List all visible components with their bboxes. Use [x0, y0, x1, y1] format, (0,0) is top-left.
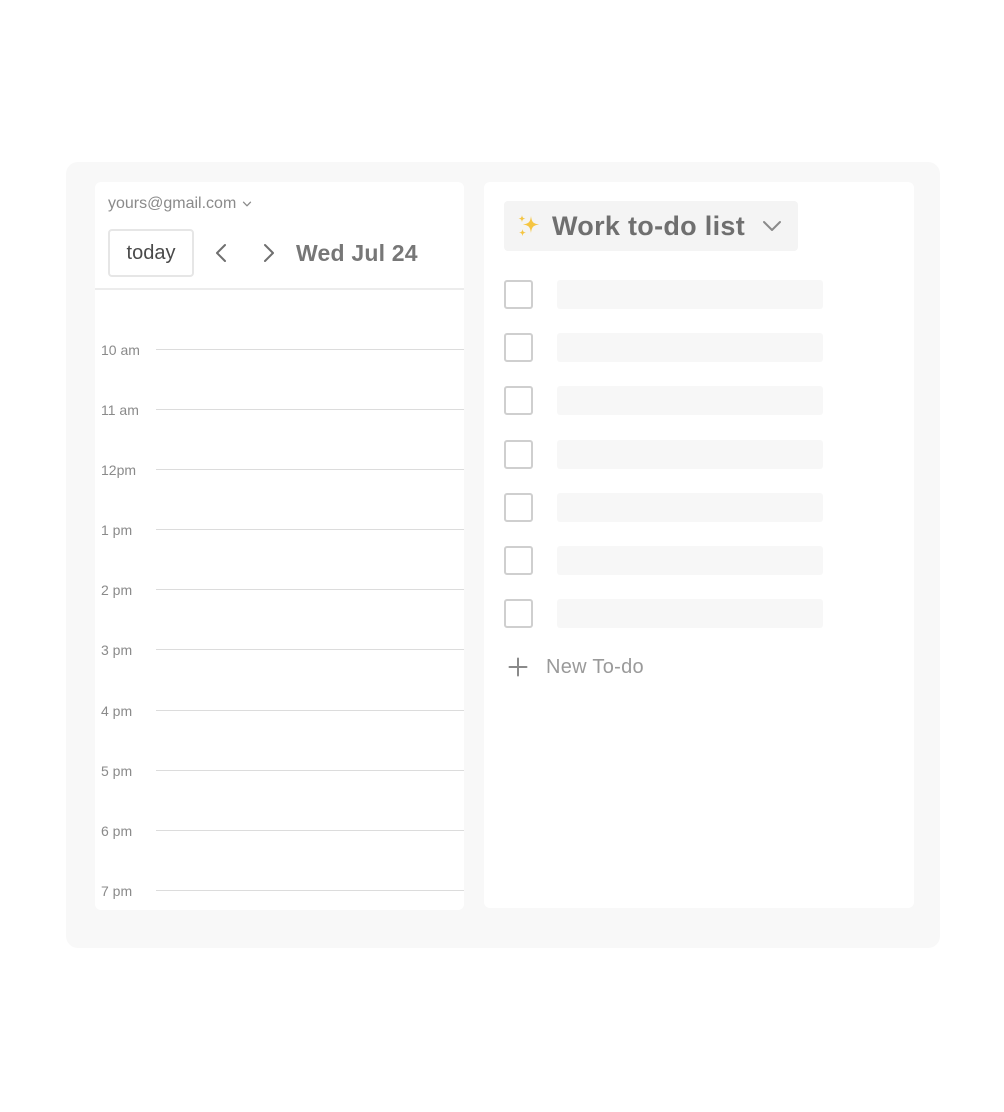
- hour-label: 12pm: [101, 462, 137, 478]
- hour-row: 2 pm: [95, 580, 464, 600]
- todo-item: [504, 386, 824, 416]
- sparkles-icon: [516, 213, 542, 239]
- today-button[interactable]: today: [108, 229, 194, 277]
- hour-line: [156, 649, 464, 650]
- hour-row: 4 pm: [95, 701, 464, 721]
- todo-checkbox[interactable]: [504, 386, 533, 415]
- hour-label: 11 am: [101, 402, 139, 418]
- todo-text-placeholder[interactable]: [557, 546, 823, 575]
- todo-text-placeholder[interactable]: [557, 599, 823, 628]
- hour-row: 5 pm: [95, 761, 464, 781]
- todo-item: [504, 440, 824, 470]
- todo-text-placeholder[interactable]: [557, 493, 823, 522]
- list-title: Work to-do list: [552, 210, 745, 241]
- calendar-panel: yours@gmail.com today Wed Jul 24 10 am 1…: [95, 182, 464, 910]
- hour-label: 10 am: [101, 342, 140, 358]
- hour-label: 7 pm: [101, 883, 133, 899]
- account-selector[interactable]: yours@gmail.com: [108, 194, 252, 214]
- hour-line: [156, 409, 464, 410]
- hour-line: [156, 349, 464, 350]
- account-email: yours@gmail.com: [108, 195, 237, 212]
- hour-label: 3 pm: [101, 642, 133, 658]
- todo-panel: Work to-do list New To-do: [484, 182, 914, 908]
- chevron-left-icon[interactable]: [210, 241, 234, 265]
- hour-row: 12pm: [95, 460, 464, 480]
- hour-row: 10 am: [95, 340, 464, 360]
- hour-row: 1 pm: [95, 520, 464, 540]
- hour-line: [156, 710, 464, 711]
- hour-row: 11 am: [95, 400, 464, 420]
- day-timeline[interactable]: 10 am 11 am 12pm 1 pm 2 pm 3 pm 4 pm 5 p…: [95, 290, 464, 910]
- todo-item: [504, 280, 824, 310]
- hour-label: 1 pm: [101, 522, 133, 538]
- list-selector[interactable]: Work to-do list: [504, 201, 798, 251]
- hour-row: 6 pm: [95, 821, 464, 841]
- todo-checkbox[interactable]: [504, 333, 533, 362]
- todo-checkbox[interactable]: [504, 440, 533, 469]
- chevron-right-icon[interactable]: [256, 241, 280, 265]
- todo-checkbox[interactable]: [504, 280, 533, 309]
- hour-row: 7 pm: [95, 881, 464, 901]
- hour-line: [156, 529, 464, 530]
- todo-item: [504, 546, 824, 576]
- hour-line: [156, 830, 464, 831]
- todo-item: [504, 599, 824, 629]
- todo-item: [504, 493, 824, 523]
- new-todo-label: New To-do: [546, 655, 644, 678]
- calendar-nav: today Wed Jul 24: [108, 229, 418, 277]
- app-frame: yours@gmail.com today Wed Jul 24 10 am 1…: [66, 162, 940, 948]
- hour-row: 3 pm: [95, 640, 464, 660]
- todo-text-placeholder[interactable]: [557, 333, 823, 362]
- hour-line: [156, 589, 464, 590]
- hour-label: 2 pm: [101, 582, 133, 598]
- hour-line: [156, 770, 464, 771]
- chevron-down-icon[interactable]: [762, 218, 782, 234]
- hour-label: 6 pm: [101, 823, 133, 839]
- hour-line: [156, 890, 464, 891]
- hour-line: [156, 469, 464, 470]
- chevron-down-icon: [242, 199, 252, 209]
- todo-text-placeholder[interactable]: [557, 386, 823, 415]
- todo-checkbox[interactable]: [504, 493, 533, 522]
- new-todo-button[interactable]: New To-do: [508, 655, 644, 679]
- hour-label: 4 pm: [101, 703, 133, 719]
- todo-checkbox[interactable]: [504, 546, 533, 575]
- plus-icon: [508, 657, 528, 677]
- hour-label: 5 pm: [101, 763, 133, 779]
- todo-checkbox[interactable]: [504, 599, 533, 628]
- todo-item: [504, 333, 824, 363]
- todo-text-placeholder[interactable]: [557, 280, 823, 309]
- todo-text-placeholder[interactable]: [557, 440, 823, 469]
- current-date: Wed Jul 24: [296, 239, 418, 266]
